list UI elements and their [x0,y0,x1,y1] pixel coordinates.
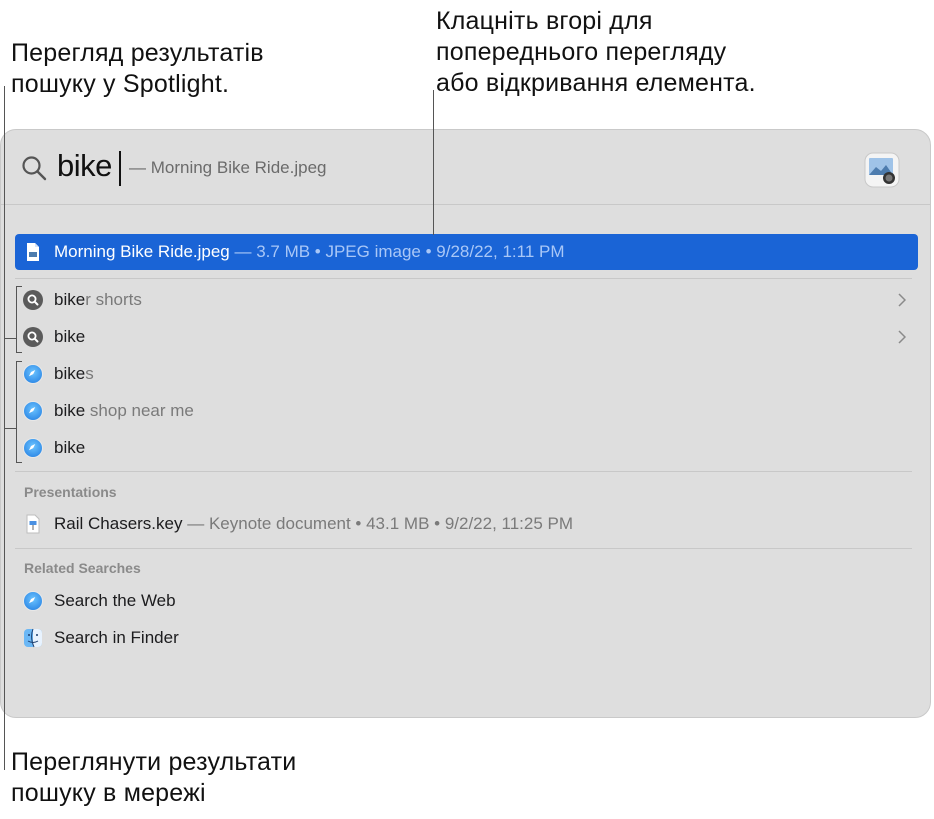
callout-line: Переглянути результати [11,748,297,776]
callout-leader-line [433,90,434,235]
bracket-connector [4,338,16,339]
search-icon [22,156,47,181]
finder-icon [24,628,42,648]
callout-spotlight-results: Перегляд результатів пошуку у Spotlight. [11,38,264,100]
suggestion-row[interactable]: bike [15,319,918,355]
search-the-web-label: Search the Web [54,591,176,610]
text-caret [119,151,121,186]
suggestion-row[interactable]: biker shorts [15,282,918,318]
search-in-finder-label: Search in Finder [54,628,179,647]
search-input[interactable]: bike [57,148,112,184]
suggestion-rest: shop near me [85,401,194,420]
search-completion: — Morning Bike Ride.jpeg [129,158,327,177]
preview-app-icon[interactable] [864,152,900,188]
section-header-related-searches: Related Searches [24,560,141,576]
divider [15,278,912,279]
search-bar[interactable]: bike — Morning Bike Ride.jpeg [1,130,930,204]
search-the-web-row[interactable]: Search the Web [15,583,918,619]
spotlight-window: bike — Morning Bike Ride.jpeg Morning Bi… [0,129,931,718]
callout-line: Клацніть вгорі для [436,7,653,35]
callout-web-results: Переглянути результати пошуку в мережі [11,747,296,809]
suggestion-rest: r shorts [85,290,142,309]
result-row[interactable]: Rail Chasers.key — Keynote document • 43… [15,506,918,542]
result-name: Rail Chasers.key [54,514,183,533]
safari-icon [23,438,43,458]
bracket-web [16,361,17,463]
divider [1,204,930,205]
jpeg-file-icon [27,243,39,261]
bracket-tick [16,286,22,287]
top-hit-details: — 3.7 MB • JPEG image • 9/28/22, 1:11 PM [229,242,565,261]
chevron-right-icon[interactable] [898,293,906,307]
suggestion-row[interactable]: bikes [15,356,918,392]
suggestion-typed: bike [54,327,86,346]
suggestion-typed: bike [54,364,86,383]
top-hit-row[interactable]: Morning Bike Ride.jpeg — 3.7 MB • JPEG i… [15,234,918,270]
bracket-connector [4,428,16,429]
divider [15,548,912,549]
search-suggestion-icon [23,290,43,310]
suggestion-typed: bike [54,438,86,457]
suggestion-row[interactable]: bike [15,430,918,466]
bracket-tick [16,352,22,353]
search-suggestion-icon [23,327,43,347]
result-details: — Keynote document • 43.1 MB • 9/2/22, 1… [182,514,574,533]
section-header-presentations: Presentations [24,484,117,500]
search-in-finder-row[interactable]: Search in Finder [15,620,918,656]
suggestion-rest: s [85,364,94,383]
top-hit-name: Morning Bike Ride.jpeg [54,242,230,261]
suggestion-typed: bike [54,401,86,420]
callout-preview-open: Клацніть вгорі для попереднього перегляд… [436,6,756,99]
safari-icon [23,364,43,384]
suggestion-row[interactable]: bike shop near me [15,393,918,429]
callout-line: попереднього перегляду [436,38,727,66]
callout-line: або відкривання елемента. [436,69,756,97]
callout-line: Перегляд результатів [11,39,264,67]
bracket-spotlight [16,286,17,353]
bracket-tick [16,462,22,463]
bracket-tick [16,361,22,362]
callout-line: пошуку в мережі [11,779,206,807]
callout-line: пошуку у Spotlight. [11,70,230,98]
safari-icon [23,401,43,421]
chevron-right-icon[interactable] [898,330,906,344]
keynote-file-icon [26,514,40,534]
suggestion-typed: bike [54,290,86,309]
safari-icon [23,591,43,611]
divider [15,471,912,472]
